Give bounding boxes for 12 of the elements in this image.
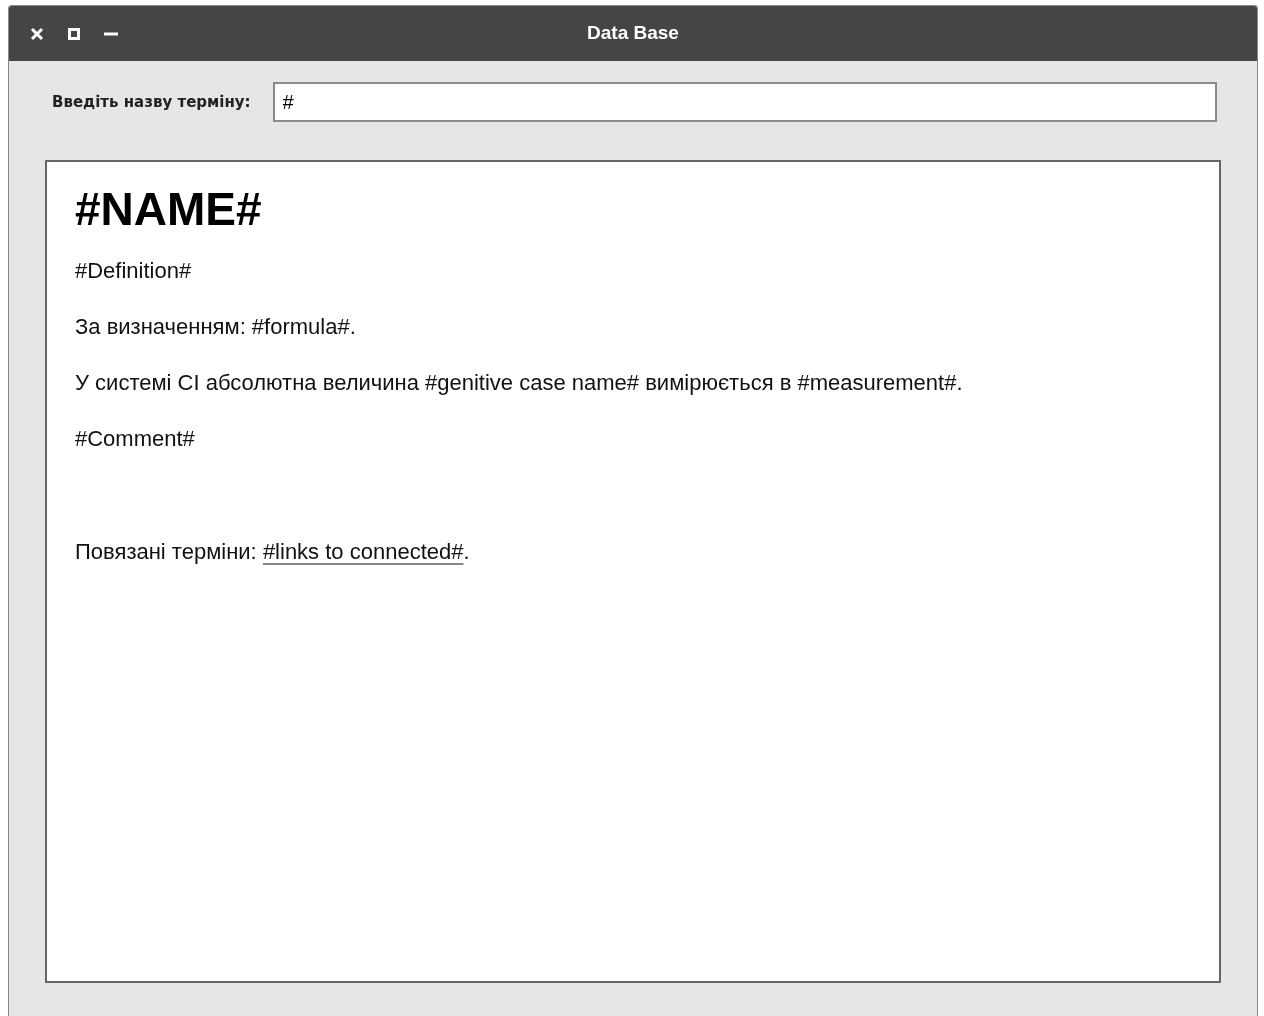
related-link[interactable]: #links to connected# — [262, 539, 464, 565]
related-terms: Повязані терміни: #links to connected#. — [75, 538, 471, 567]
maximize-icon[interactable] — [67, 26, 81, 41]
article-heading: #NAME# — [75, 182, 263, 237]
article-paragraph: #Definition# — [75, 257, 193, 286]
article-paragraph: У системі СІ абсолютна величина #genitive case name# вимірюється в #measurement#. — [75, 369, 964, 398]
search-label: Введіть назву терміну: — [52, 91, 251, 113]
article-paragraph: За визначенням: #formula#. — [75, 313, 357, 342]
close-icon[interactable] — [29, 25, 45, 42]
search-field[interactable]: # — [272, 82, 1217, 122]
window-title: Data Base — [587, 21, 679, 46]
article-paragraph: #Comment# — [75, 425, 196, 454]
